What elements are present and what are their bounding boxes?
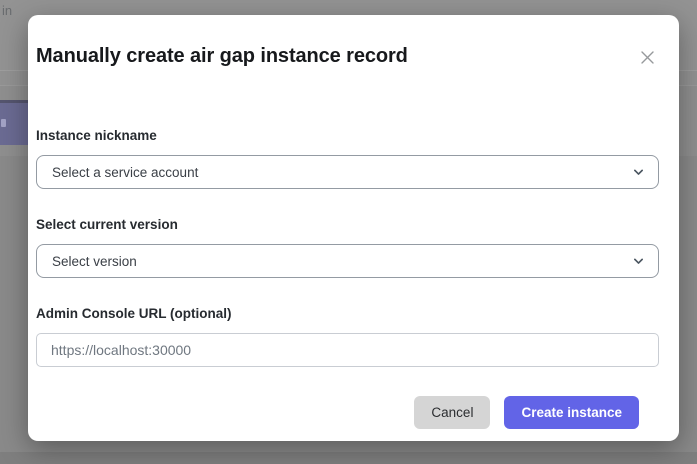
background-footer-band <box>0 452 697 464</box>
field-admin-console-url: Admin Console URL (optional) <box>36 307 659 367</box>
instance-nickname-label: Instance nickname <box>36 129 659 143</box>
field-current-version: Select current version Select version <box>36 218 659 278</box>
dialog-body: Instance nickname Select a service accou… <box>28 129 679 429</box>
instance-nickname-select-wrap: Select a service account <box>36 155 659 189</box>
admin-console-url-input[interactable] <box>36 333 659 367</box>
background-clipped-text: in <box>2 3 12 18</box>
admin-console-url-label: Admin Console URL (optional) <box>36 307 659 321</box>
instance-nickname-select[interactable]: Select a service account <box>36 155 659 189</box>
background-row-glyph <box>1 119 6 127</box>
create-instance-button[interactable]: Create instance <box>504 396 639 429</box>
current-version-label: Select current version <box>36 218 659 232</box>
dialog-title: Manually create air gap instance record <box>36 43 408 69</box>
field-instance-nickname: Instance nickname Select a service accou… <box>36 129 659 189</box>
screen: in Manually create air gap instance reco… <box>0 0 697 464</box>
create-airgap-instance-dialog: Manually create air gap instance record … <box>28 15 679 441</box>
dialog-header: Manually create air gap instance record <box>28 15 679 69</box>
close-button[interactable] <box>635 45 659 69</box>
current-version-select-wrap: Select version <box>36 244 659 278</box>
current-version-select[interactable]: Select version <box>36 244 659 278</box>
close-icon <box>640 50 655 65</box>
dialog-footer: Cancel Create instance <box>44 396 639 429</box>
cancel-button[interactable]: Cancel <box>414 396 490 429</box>
